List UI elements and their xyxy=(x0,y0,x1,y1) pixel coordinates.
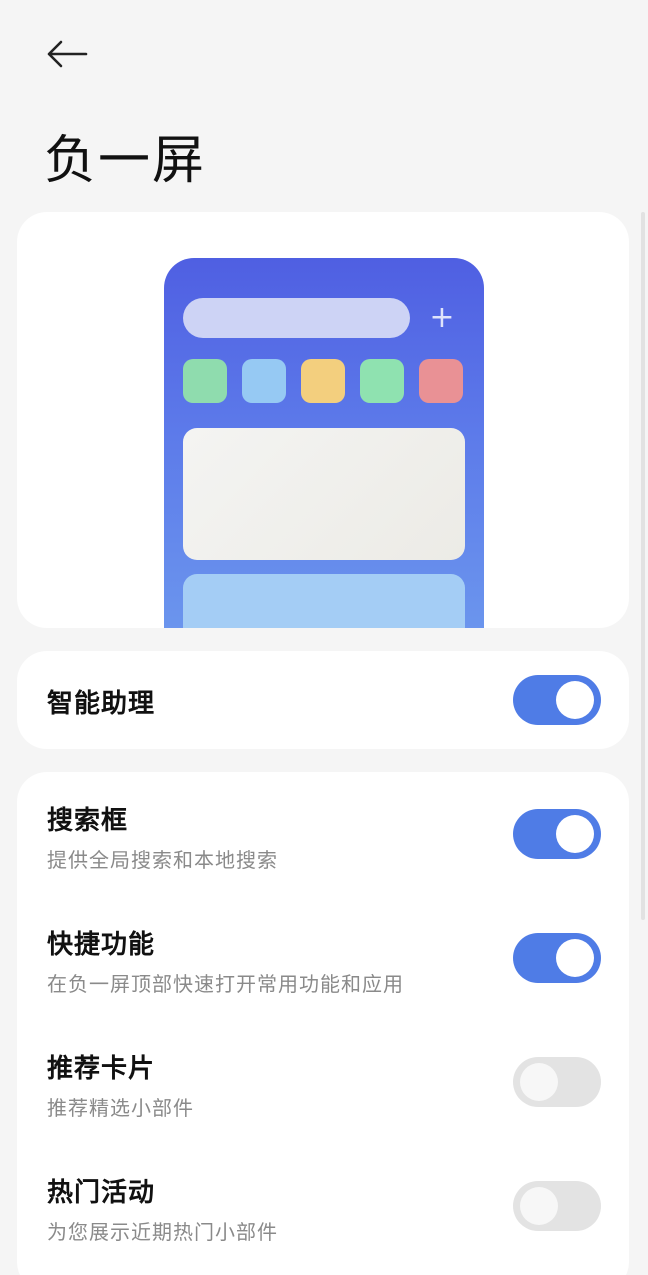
setting-title: 热门活动 xyxy=(47,1178,156,1208)
preview-widget-card xyxy=(183,428,465,560)
popular-events-toggle[interactable] xyxy=(513,1181,601,1231)
preview-card: + xyxy=(17,212,629,628)
preview-app-tile xyxy=(419,359,463,403)
preview-app-tile xyxy=(183,359,227,403)
preview-widget-card xyxy=(183,574,465,628)
toggle-knob xyxy=(556,939,594,977)
assistant-label: 智能助理 xyxy=(47,689,156,719)
setting-row-search-box[interactable]: 搜索框 提供全局搜索和本地搜索 xyxy=(17,772,629,896)
setting-subtitle: 推荐精选小部件 xyxy=(47,1096,194,1120)
toggle-knob xyxy=(556,815,594,853)
scrollbar[interactable] xyxy=(641,212,645,920)
preview-app-tile xyxy=(242,359,286,403)
assistant-toggle[interactable] xyxy=(513,675,601,725)
toggle-knob xyxy=(556,681,594,719)
preview-search-bar xyxy=(183,298,410,338)
setting-subtitle: 提供全局搜索和本地搜索 xyxy=(47,848,278,872)
setting-title: 快捷功能 xyxy=(47,930,156,960)
screen: 负一屏 + 智能助理 搜索框 提供全局搜索和本地搜索 快捷功能 在负一屏顶部快速… xyxy=(0,0,648,1275)
plus-icon: + xyxy=(429,300,455,335)
toggle-knob xyxy=(520,1187,558,1225)
setting-row-shortcuts[interactable]: 快捷功能 在负一屏顶部快速打开常用功能和应用 xyxy=(17,896,629,1020)
setting-title: 搜索框 xyxy=(47,806,129,836)
back-button[interactable] xyxy=(40,34,92,74)
toggle-knob xyxy=(520,1063,558,1101)
recommended-cards-toggle[interactable] xyxy=(513,1057,601,1107)
shortcuts-toggle[interactable] xyxy=(513,933,601,983)
settings-card: 搜索框 提供全局搜索和本地搜索 快捷功能 在负一屏顶部快速打开常用功能和应用 推… xyxy=(17,772,629,1275)
phone-preview-illustration: + xyxy=(164,258,484,628)
preview-app-tile xyxy=(360,359,404,403)
setting-row-popular-events[interactable]: 热门活动 为您展示近期热门小部件 xyxy=(17,1144,629,1268)
search-box-toggle[interactable] xyxy=(513,809,601,859)
preview-app-tile xyxy=(301,359,345,403)
assistant-row[interactable]: 智能助理 xyxy=(17,651,629,749)
arrow-left-icon xyxy=(47,40,88,68)
setting-title: 推荐卡片 xyxy=(47,1054,156,1084)
assistant-card: 智能助理 xyxy=(17,651,629,749)
page-title: 负一屏 xyxy=(44,131,207,191)
setting-row-recommended-cards[interactable]: 推荐卡片 推荐精选小部件 xyxy=(17,1020,629,1144)
setting-subtitle: 在负一屏顶部快速打开常用功能和应用 xyxy=(47,972,404,996)
setting-subtitle: 为您展示近期热门小部件 xyxy=(47,1220,278,1244)
